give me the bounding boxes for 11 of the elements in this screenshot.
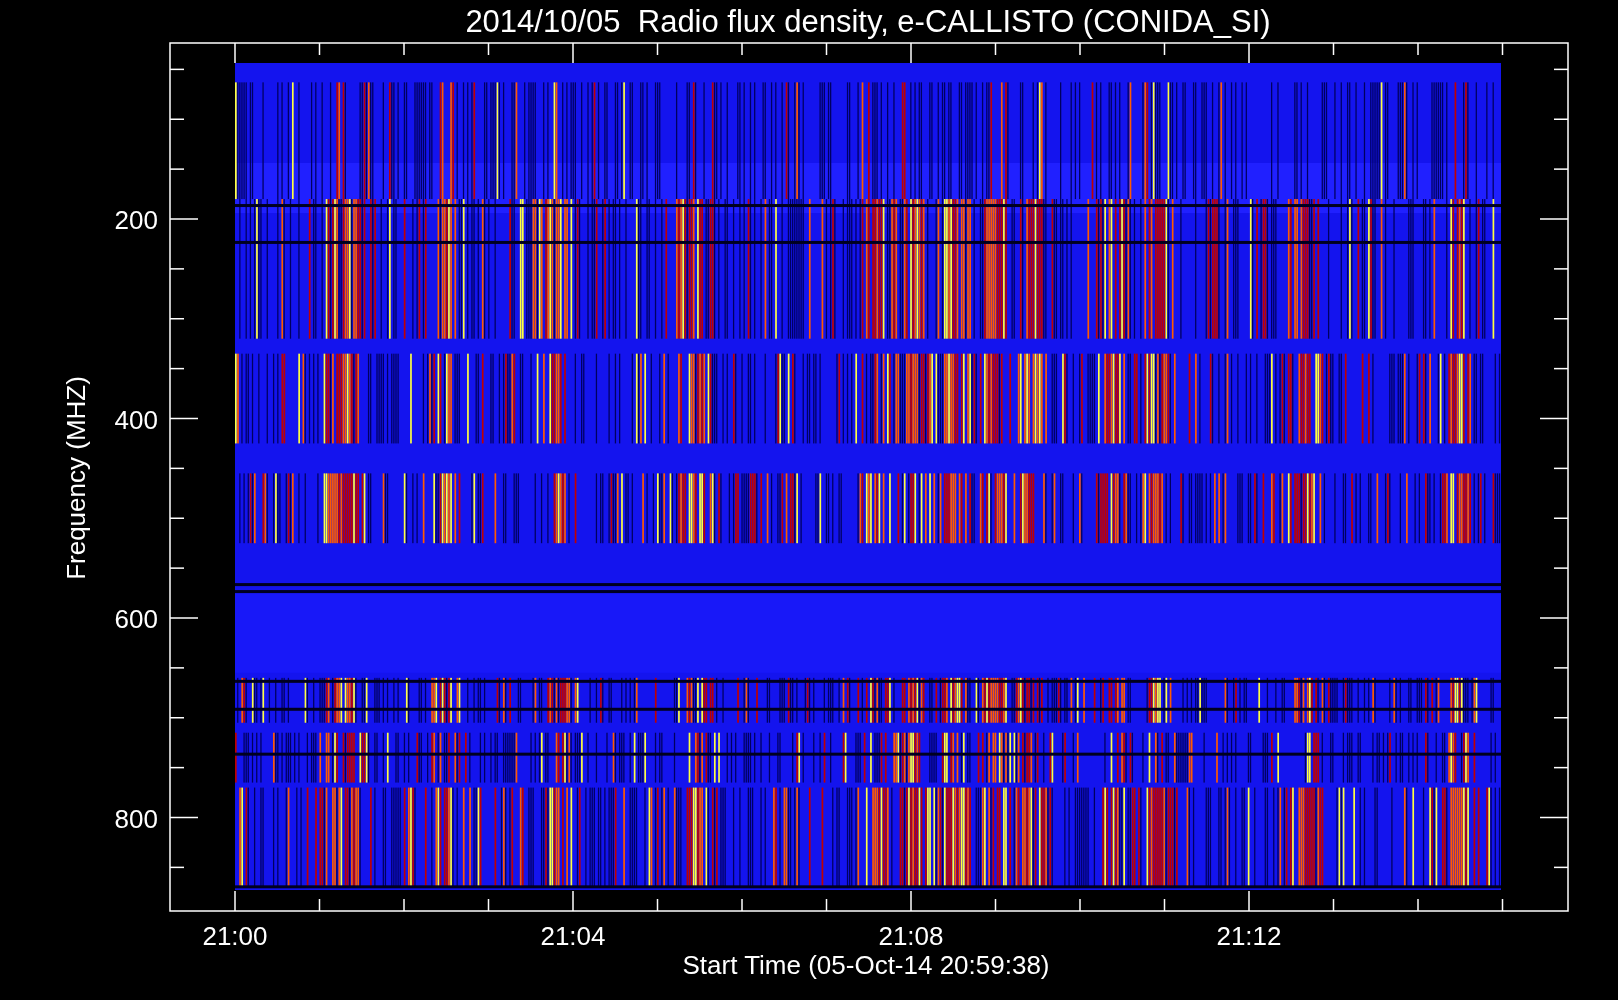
axis-label: Frequency (MHZ) [61,376,91,580]
tick-label: 21:00 [202,921,268,951]
tick-label: 600 [114,604,158,634]
tick-label: 200 [114,205,158,235]
tick-label: 21:12 [1216,921,1282,951]
tick-label: 21:04 [540,921,606,951]
axis-label: Start Time (05-Oct-14 20:59:38) [682,950,1050,980]
tick-label: 400 [114,404,158,435]
tick-label: 21:08 [878,921,944,951]
plot-title: 2014/10/05 Radio flux density, e-CALLISTO (CONIDA_SI) [465,4,1271,39]
tick-label: 800 [114,803,158,834]
